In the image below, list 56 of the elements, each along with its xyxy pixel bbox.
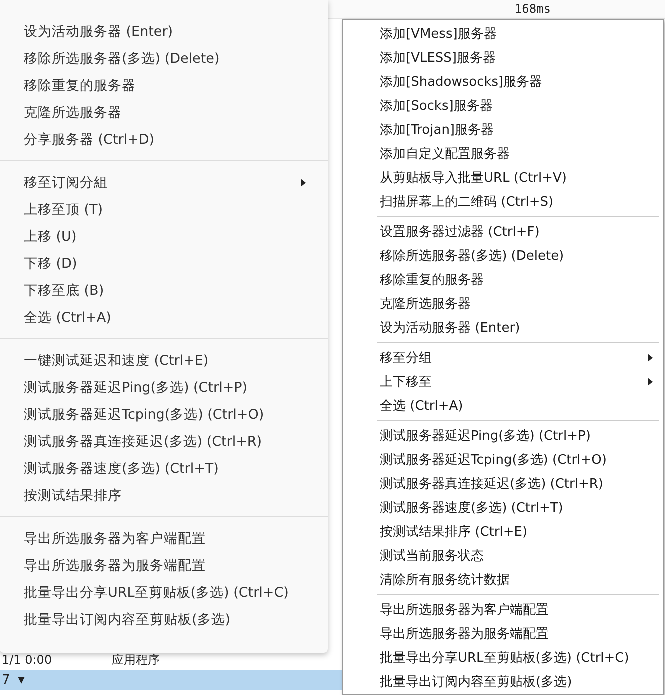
menu-item[interactable]: 移至分组 (345, 346, 661, 370)
menu-item[interactable]: 测试服务器真连接延迟(多选) (Ctrl+R) (0, 428, 328, 455)
menu-item[interactable]: 按测试结果排序 (0, 482, 328, 509)
caret-icon[interactable]: ▾ (18, 672, 25, 688)
menu-item[interactable]: 移除所选服务器(多选) (Delete) (0, 45, 328, 72)
menu-item[interactable]: 批量导出订阅内容至剪贴板(多选) (345, 670, 661, 694)
menu-item[interactable]: 测试服务器延迟Tcping(多选) (Ctrl+O) (345, 448, 661, 472)
menu-item[interactable]: 导出所选服务器为服务端配置 (0, 552, 328, 579)
menu-item[interactable]: 分享服务器 (Ctrl+D) (0, 126, 328, 153)
menu-item[interactable]: 全选 (Ctrl+A) (345, 394, 661, 418)
menu-item[interactable]: 上移 (U) (0, 223, 328, 250)
menu-item[interactable]: 移除重复的服务器 (345, 268, 661, 292)
menu-item[interactable]: 从剪贴板导入批量URL (Ctrl+V) (345, 166, 661, 190)
menu-item[interactable]: 测试服务器延迟Ping(多选) (Ctrl+P) (0, 374, 328, 401)
menu-item[interactable]: 测试服务器延迟Tcping(多选) (Ctrl+O) (0, 401, 328, 428)
latency-cell-text: 168ms (514, 1, 552, 18)
menu-item[interactable]: 克隆所选服务器 (0, 99, 328, 126)
menu-item[interactable]: 添加[Trojan]服务器 (345, 118, 661, 142)
menu-item[interactable]: 下移至底 (B) (0, 277, 328, 304)
menu-item[interactable]: 移至订阅分組 (0, 169, 328, 196)
status-text: 7 (2, 672, 10, 688)
menu-item[interactable]: 移除重复的服务器 (0, 72, 328, 99)
submenu-arrow-icon (648, 378, 653, 386)
table-cell: 应用程序 (112, 652, 160, 668)
menu-item[interactable]: 添加[VMess]服务器 (345, 22, 661, 46)
menu-item[interactable]: 批量导出分享URL至剪贴板(多选) (Ctrl+C) (345, 646, 661, 670)
menu-item[interactable]: 上下移至 (345, 370, 661, 394)
menu-item[interactable]: 添加[Socks]服务器 (345, 94, 661, 118)
menu-item[interactable]: 测试服务器延迟Ping(多选) (Ctrl+P) (345, 424, 661, 448)
menu-item[interactable]: 测试服务器真连接延迟(多选) (Ctrl+R) (345, 472, 661, 496)
menu-item[interactable]: 扫描屏幕上的二维码 (Ctrl+S) (345, 190, 661, 214)
menu-item[interactable]: 下移 (D) (0, 250, 328, 277)
menu-item[interactable]: 批量导出订阅内容至剪贴板(多选) (0, 606, 328, 633)
menu-item[interactable]: 克隆所选服务器 (345, 292, 661, 316)
menu-item[interactable]: 导出所选服务器为客户端配置 (345, 598, 661, 622)
menu-item[interactable]: 测试服务器速度(多选) (Ctrl+T) (345, 496, 661, 520)
menu-item[interactable]: 按测试结果排序 (Ctrl+E) (345, 520, 661, 544)
menu-item[interactable]: 导出所选服务器为服务端配置 (345, 622, 661, 646)
submenu-arrow-icon (301, 178, 306, 186)
menu-item[interactable]: 添加[VLESS]服务器 (345, 46, 661, 70)
menu-item[interactable]: 全选 (Ctrl+A) (0, 304, 328, 331)
menu-item[interactable]: 清除所有服务统计数据 (345, 568, 661, 592)
menu-item[interactable]: 设为活动服务器 (Enter) (345, 316, 661, 340)
menu-item[interactable]: 导出所选服务器为客户端配置 (0, 525, 328, 552)
menu-item[interactable]: 批量导出分享URL至剪贴板(多选) (Ctrl+C) (0, 579, 328, 606)
menu-item[interactable]: 移除所选服务器(多选) (Delete) (345, 244, 661, 268)
menu-item[interactable]: 添加[Shadowsocks]服务器 (345, 70, 661, 94)
menu-item[interactable]: 一键测试延迟和速度 (Ctrl+E) (0, 347, 328, 374)
menu-item[interactable]: 设置服务器过滤器 (Ctrl+F) (345, 220, 661, 244)
table-cell: 1/1 0:00 (2, 653, 52, 667)
menu-item[interactable]: 测试当前服务状态 (345, 544, 661, 568)
menu-item[interactable]: 设为活动服务器 (Enter) (0, 18, 328, 45)
submenu-arrow-icon (648, 354, 653, 362)
menu-item[interactable]: 上移至顶 (T) (0, 196, 328, 223)
menu-item[interactable]: 测试服务器速度(多选) (Ctrl+T) (0, 455, 328, 482)
menu-item[interactable]: 添加自定义配置服务器 (345, 142, 661, 166)
